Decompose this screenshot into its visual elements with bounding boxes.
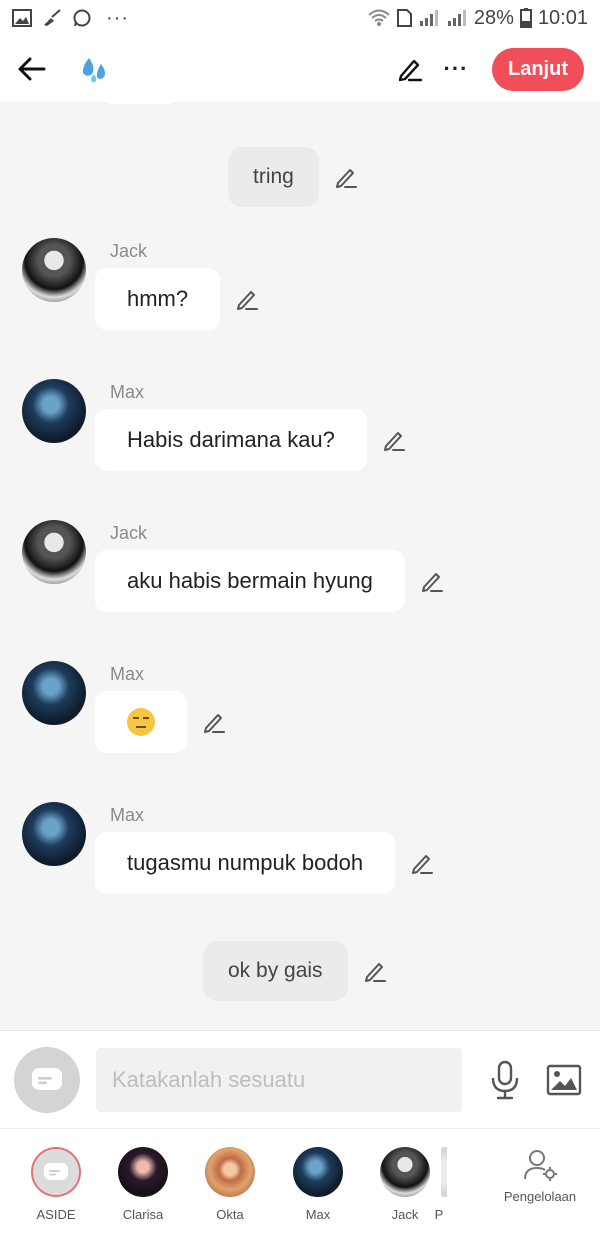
edit-message-button[interactable]: [419, 568, 445, 594]
avatar-jack: [380, 1147, 430, 1197]
sweat-droplets-icon: [78, 52, 112, 86]
pencil-icon: [335, 169, 357, 188]
avatar-max[interactable]: [22, 661, 86, 725]
message-input[interactable]: [96, 1047, 462, 1112]
character-name: Okta: [216, 1207, 244, 1222]
pencil-icon: [204, 714, 225, 734]
edit-message-button[interactable]: [333, 164, 359, 190]
aside-avatar: [31, 1147, 81, 1197]
chat-header: ··· Lanjut: [0, 36, 600, 102]
aside-toggle-button[interactable]: [14, 1046, 80, 1113]
avatar-clarisa: [118, 1147, 168, 1197]
whatsapp-notification-icon: [73, 9, 91, 27]
narration-bubble[interactable]: ok by gais: [203, 941, 348, 1001]
narration-message: tring: [228, 147, 359, 207]
chat-message: Max tugasmu numpuk bodoh: [22, 802, 435, 894]
sender-name: Jack: [110, 523, 148, 543]
edit-button[interactable]: [394, 53, 426, 85]
sender-name: Max: [110, 382, 145, 402]
narration-bubble[interactable]: tring: [228, 147, 319, 207]
pencil-icon: [364, 963, 386, 982]
status-bar: ··· 28% 10:01: [0, 0, 600, 36]
message-bubble[interactable]: [95, 691, 187, 754]
character-name: Max: [305, 1207, 331, 1222]
battery-percent: 28%: [473, 6, 514, 29]
avatar-partial: [441, 1147, 447, 1197]
avatar-jack[interactable]: [22, 238, 86, 302]
pencil-icon: [383, 432, 405, 451]
battery-icon: [519, 8, 532, 28]
more-options-button[interactable]: ···: [440, 53, 472, 85]
wifi-icon: [368, 9, 390, 26]
back-arrow-icon: [18, 57, 46, 81]
user-settings-icon: [524, 1150, 557, 1181]
character-name: Jack: [391, 1207, 419, 1222]
sender-name: Max: [110, 805, 145, 825]
character-selector: ASIDE Clarisa Okta Max Jack P Pengelolaa…: [0, 1128, 600, 1233]
signal-2-icon: [447, 10, 466, 26]
avatar-jack[interactable]: [22, 520, 86, 584]
chat-message: Max: [22, 661, 227, 754]
microphone-icon: [491, 1060, 519, 1099]
avatar-okta: [205, 1147, 255, 1197]
more-notifications-icon: ···: [106, 6, 129, 29]
message-bubble[interactable]: Habis darimana kau?: [95, 409, 367, 471]
character-name: Clarisa: [122, 1207, 164, 1222]
chat-message: Max Habis darimana kau?: [22, 379, 407, 471]
edit-message-button[interactable]: [362, 958, 388, 984]
character-aside[interactable]: ASIDE: [16, 1147, 96, 1222]
edit-message-button[interactable]: [201, 709, 227, 735]
sim-card-icon: [396, 9, 412, 27]
clock: 10:01: [537, 6, 588, 29]
signal-1-icon: [419, 10, 438, 26]
sender-name: Max: [110, 664, 145, 684]
narration-message: ok by gais: [203, 941, 388, 1001]
continue-button[interactable]: Lanjut: [492, 47, 584, 91]
message-bubble[interactable]: aku habis bermain hyung: [95, 550, 405, 612]
voice-input-button[interactable]: [488, 1060, 522, 1100]
character-name: P: [434, 1207, 444, 1222]
broom-notification-icon: [44, 9, 61, 26]
pencil-icon: [421, 573, 443, 592]
manage-characters-button[interactable]: Pengelolaan: [492, 1147, 588, 1204]
message-bubble[interactable]: tugasmu numpuk bodoh: [95, 832, 396, 894]
attach-image-button[interactable]: [546, 1063, 582, 1097]
character-max[interactable]: Max: [278, 1147, 358, 1222]
character-name: ASIDE: [36, 1207, 76, 1222]
sender-name: Jack: [110, 241, 148, 261]
pencil-icon: [237, 291, 259, 310]
chat-bubble-icon: [44, 1163, 68, 1180]
edit-message-button[interactable]: [409, 850, 435, 876]
image-icon: [546, 1064, 582, 1095]
chat-message: Jack aku habis bermain hyung: [22, 520, 445, 612]
character-okta[interactable]: Okta: [190, 1147, 270, 1222]
unamused-face-emoji-icon: [127, 708, 155, 737]
edit-message-button[interactable]: [234, 286, 260, 312]
manage-label: Pengelolaan: [503, 1189, 577, 1204]
pencil-icon: [398, 59, 423, 82]
avatar-max[interactable]: [22, 802, 86, 866]
pencil-icon: [412, 855, 434, 874]
avatar-max: [293, 1147, 343, 1197]
character-clarisa[interactable]: Clarisa: [103, 1147, 183, 1222]
message-input-bar: [0, 1030, 600, 1128]
gallery-notification-icon: [12, 9, 32, 27]
avatar-max[interactable]: [22, 379, 86, 443]
chat-area[interactable]: tring Jack hmm? Max Habis darimana kau?: [0, 102, 600, 1030]
chat-bubble-icon: [32, 1067, 62, 1090]
back-button[interactable]: [16, 53, 48, 85]
edit-message-button[interactable]: [381, 427, 407, 453]
message-bubble[interactable]: hmm?: [95, 268, 221, 330]
chat-message: Jack hmm?: [22, 238, 260, 330]
character-partial[interactable]: P: [428, 1147, 448, 1222]
